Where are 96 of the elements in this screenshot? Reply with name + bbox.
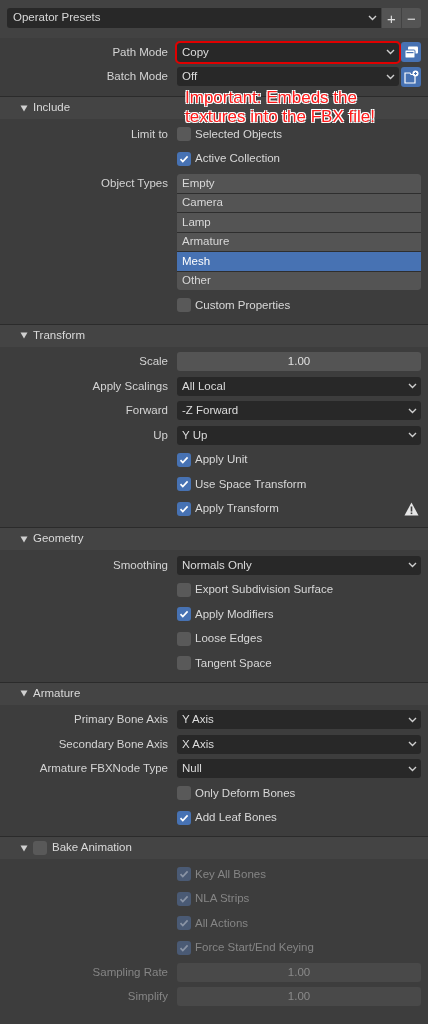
expanded-triangle-icon[interactable] xyxy=(20,535,28,543)
section-title[interactable]: Armature xyxy=(33,684,81,703)
field-label: Scale xyxy=(139,354,168,370)
checkbox-label: Active Collection xyxy=(195,151,280,167)
checkbox-label: Apply Unit xyxy=(195,452,248,468)
chevron-down-icon xyxy=(408,716,417,723)
checkmark-icon xyxy=(179,503,189,514)
remove-preset-button[interactable]: − xyxy=(402,8,421,28)
checkbox-label: Apply Transform xyxy=(195,501,279,517)
checkmark-icon xyxy=(179,479,189,490)
checkbox[interactable] xyxy=(177,477,191,492)
checkbox-label: Only Deform Bones xyxy=(195,785,296,801)
dropdown[interactable]: Off xyxy=(177,67,399,87)
chevron-down-icon xyxy=(408,432,417,439)
checkmark-icon xyxy=(179,869,189,880)
checkbox[interactable] xyxy=(177,810,191,825)
section-title[interactable]: Geometry xyxy=(33,530,84,548)
field-label: Sampling Rate xyxy=(92,964,168,980)
expanded-triangle-icon[interactable] xyxy=(20,690,28,697)
chevron-down-icon xyxy=(408,765,417,772)
field-label: Primary Bone Axis xyxy=(74,712,168,728)
checkmark-icon xyxy=(179,454,189,465)
checkbox[interactable] xyxy=(177,786,191,801)
dropdown[interactable]: Y Up xyxy=(177,425,421,445)
field-label: Path Mode xyxy=(112,44,168,60)
checkbox[interactable] xyxy=(177,127,191,142)
section-title[interactable]: Bake Animation xyxy=(52,839,132,857)
checkbox-label: All Actions xyxy=(195,915,249,931)
field-label: Smoothing xyxy=(113,557,168,573)
field-label: Forward xyxy=(125,403,168,419)
list-option[interactable]: Empty xyxy=(177,174,421,193)
field-label: Armature FBXNode Type xyxy=(39,761,168,777)
dropdown[interactable]: All Local xyxy=(177,376,421,396)
checkbox-label: Use Space Transform xyxy=(195,476,307,492)
chevron-down-icon xyxy=(408,407,417,414)
chevron-down-icon xyxy=(408,383,417,390)
checkbox[interactable] xyxy=(177,656,191,671)
new-folder-button[interactable] xyxy=(401,66,421,87)
field-label: Up xyxy=(153,427,168,443)
expanded-triangle-icon[interactable] xyxy=(20,104,28,112)
field-label: Batch Mode xyxy=(106,69,168,85)
checkbox-label: NLA Strips xyxy=(195,891,250,907)
add-preset-button[interactable]: + xyxy=(382,8,401,28)
checkbox-label: Tangent Space xyxy=(195,655,272,671)
checkbox[interactable] xyxy=(177,631,191,646)
expanded-triangle-icon[interactable] xyxy=(20,844,28,852)
dropdown[interactable]: Normals Only xyxy=(177,555,421,575)
chevron-down-icon xyxy=(408,562,417,569)
checkbox-label: Force Start/End Keying xyxy=(195,940,314,956)
section-title[interactable]: Include xyxy=(33,99,71,117)
chevron-down-icon xyxy=(386,73,395,80)
checkmark-icon xyxy=(179,153,189,164)
checkbox[interactable] xyxy=(177,151,191,166)
checkbox-label: Add Leaf Bones xyxy=(195,810,277,826)
list-option[interactable]: Other xyxy=(177,271,421,290)
field-label: Secondary Bone Axis xyxy=(58,736,168,752)
checkbox[interactable] xyxy=(177,607,191,622)
field-label: Apply Scalings xyxy=(92,378,168,394)
dropdown[interactable]: X Axis xyxy=(177,734,421,754)
field-label: Object Types xyxy=(101,175,168,191)
checkbox-label: Export Subdivision Surface xyxy=(195,582,334,598)
section-title[interactable]: Transform xyxy=(33,326,85,345)
dropdown[interactable]: Copy xyxy=(177,42,399,62)
presets-dropdown[interactable]: Operator Presets xyxy=(7,8,381,28)
checkmark-icon xyxy=(179,812,189,823)
checkbox[interactable] xyxy=(177,452,191,467)
checkbox[interactable] xyxy=(177,501,191,516)
pack-files-button[interactable] xyxy=(401,42,421,63)
checkbox-label: Selected Objects xyxy=(195,126,282,142)
chevron-down-icon xyxy=(386,49,395,56)
checkbox[interactable] xyxy=(177,582,191,597)
list-option[interactable]: Camera xyxy=(177,193,421,212)
checkbox-label: Apply Modifiers xyxy=(195,606,274,622)
checkbox-label: Loose Edges xyxy=(195,631,263,647)
field-label: Limit to xyxy=(130,126,168,142)
dropdown[interactable]: Y Axis xyxy=(177,710,421,730)
list-option[interactable]: Lamp xyxy=(177,213,421,232)
checkbox-label: Key All Bones xyxy=(195,866,266,882)
chevron-down-icon xyxy=(408,741,417,748)
field-label: Simplify xyxy=(127,989,168,1005)
checkmark-icon xyxy=(179,918,189,929)
checkmark-icon xyxy=(179,609,189,620)
chevron-down-icon xyxy=(368,15,377,21)
files-icon xyxy=(403,45,419,59)
checkbox-label: Custom Properties xyxy=(195,297,291,313)
annotation-text: Important: Embeds the textures into the FBX file! xyxy=(185,88,376,126)
folder-plus-icon xyxy=(403,69,419,84)
checkmark-icon xyxy=(179,893,189,904)
list-option[interactable]: Armature xyxy=(177,232,421,251)
list-option[interactable]: Mesh xyxy=(177,252,421,271)
checkmark-icon xyxy=(179,942,189,953)
checkbox[interactable] xyxy=(177,298,191,313)
dropdown[interactable]: -Z Forward xyxy=(177,401,421,421)
dropdown[interactable]: Null xyxy=(177,759,421,779)
number-field[interactable]: 1.00 xyxy=(177,352,421,372)
expanded-triangle-icon[interactable] xyxy=(20,332,28,339)
